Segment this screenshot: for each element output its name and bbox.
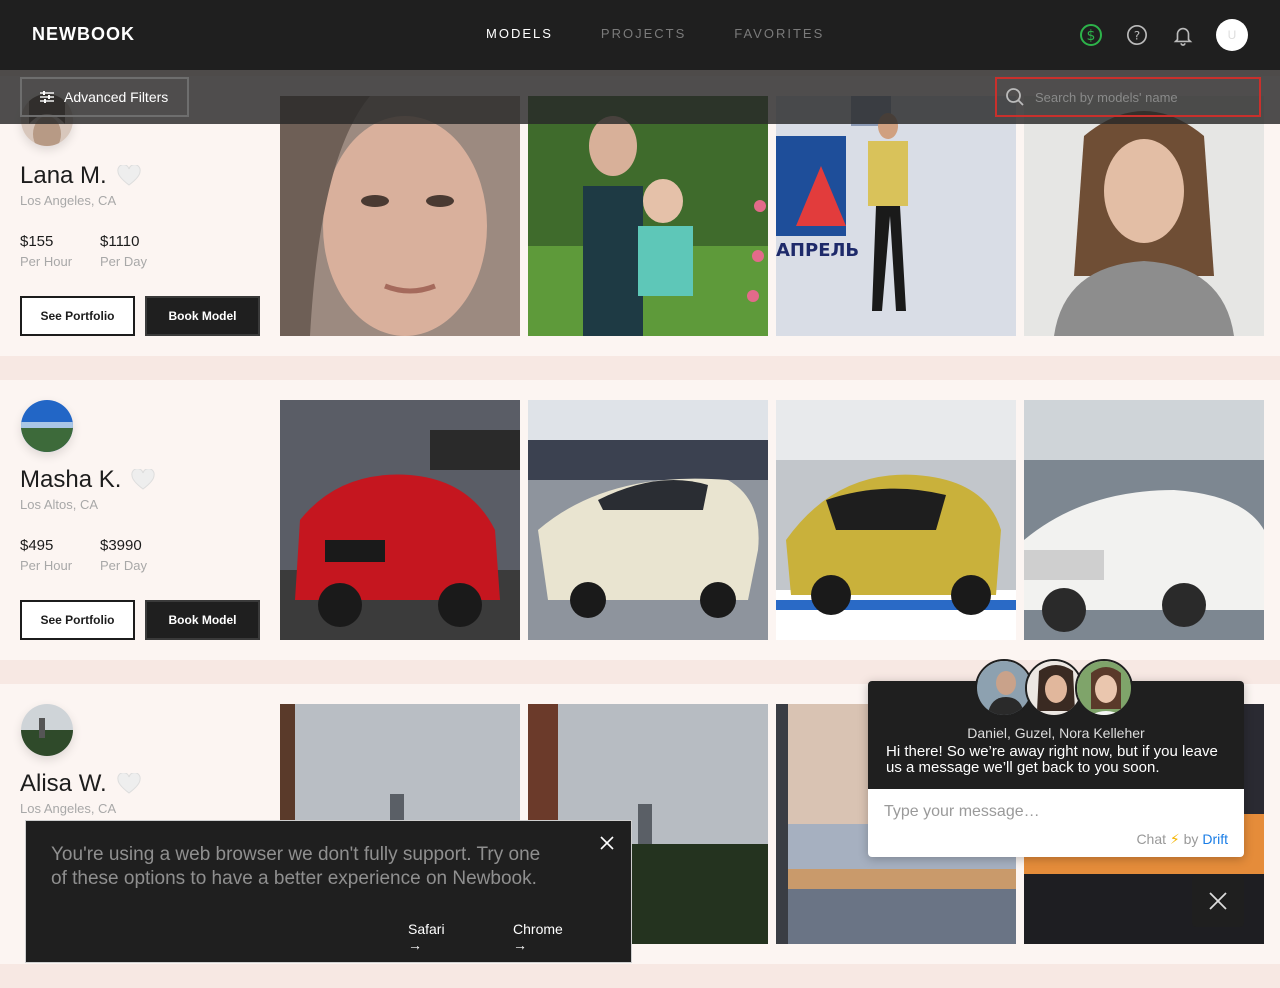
dollar-icon[interactable]: $ bbox=[1078, 22, 1104, 48]
sliders-icon bbox=[40, 91, 54, 103]
chat-close-button[interactable] bbox=[1192, 875, 1244, 927]
header-icons: $ ? U bbox=[1058, 19, 1248, 51]
advanced-filters-button[interactable]: Advanced Filters bbox=[20, 77, 189, 117]
portfolio-photo[interactable] bbox=[1024, 400, 1264, 640]
chrome-link[interactable]: Chrome → bbox=[513, 921, 605, 953]
avatar bbox=[1075, 659, 1133, 717]
avatar[interactable] bbox=[21, 400, 73, 452]
heart-icon[interactable] bbox=[117, 773, 141, 795]
help-icon[interactable]: ? bbox=[1124, 22, 1150, 48]
portfolio-photo[interactable] bbox=[528, 96, 768, 336]
main-nav: MODELS PROJECTS FAVORITES bbox=[486, 26, 872, 41]
filter-bar: Advanced Filters bbox=[0, 70, 1280, 124]
hour-price: $495 bbox=[20, 537, 54, 554]
portfolio-photo[interactable] bbox=[280, 96, 520, 336]
heart-icon[interactable] bbox=[131, 469, 155, 491]
top-nav: NEWBOOK MODELS PROJECTS FAVORITES $ ? U bbox=[0, 0, 1280, 70]
hour-label: Per Hour bbox=[20, 558, 73, 573]
day-label: Per Day bbox=[100, 558, 147, 573]
model-location: Los Angeles, CA bbox=[20, 193, 117, 208]
search-box[interactable] bbox=[995, 77, 1261, 117]
model-location: Los Altos, CA bbox=[20, 497, 99, 512]
logo[interactable]: NEWBOOK bbox=[32, 24, 135, 45]
portfolio-photo[interactable] bbox=[1024, 96, 1264, 336]
model-name[interactable]: Masha K. bbox=[20, 466, 155, 494]
portfolio-photo[interactable] bbox=[528, 400, 768, 640]
chat-input[interactable]: Type your message… bbox=[884, 803, 1040, 821]
close-icon bbox=[1209, 892, 1227, 910]
search-icon bbox=[1006, 88, 1024, 106]
hour-label: Per Hour bbox=[20, 254, 73, 269]
bell-icon[interactable] bbox=[1170, 22, 1196, 48]
browser-links: Safari → Chrome → bbox=[408, 921, 631, 953]
advanced-filters-label: Advanced Filters bbox=[64, 89, 169, 105]
chat-agent-names: Daniel, Guzel, Nora Kelleher bbox=[967, 725, 1145, 741]
nav-models[interactable]: MODELS bbox=[486, 26, 553, 41]
day-price: $3990 bbox=[100, 537, 142, 554]
book-model-button[interactable]: Book Model bbox=[145, 600, 260, 640]
svg-text:$: $ bbox=[1087, 28, 1096, 44]
notice-text: You're using a web browser we don't full… bbox=[51, 844, 541, 889]
see-portfolio-button[interactable]: See Portfolio bbox=[20, 296, 135, 336]
portfolio-photo[interactable] bbox=[280, 400, 520, 640]
safari-link[interactable]: Safari → bbox=[408, 921, 487, 953]
chat-message: Hi there! So we’re away right now, but i… bbox=[886, 743, 1218, 776]
model-row-masha: Masha K. Los Altos, CA $495 Per Hour $39… bbox=[0, 380, 1280, 660]
svg-text:АПРЕЛЬ: АПРЕЛЬ bbox=[776, 240, 859, 261]
model-name[interactable]: Lana M. bbox=[20, 162, 141, 190]
portfolio-photo[interactable] bbox=[776, 400, 1016, 640]
svg-text:?: ? bbox=[1134, 29, 1140, 43]
heart-icon[interactable] bbox=[117, 165, 141, 187]
avatar[interactable] bbox=[21, 704, 73, 756]
nav-projects[interactable]: PROJECTS bbox=[601, 26, 686, 41]
nav-favorites[interactable]: FAVORITES bbox=[734, 26, 824, 41]
portfolio-photo[interactable]: АПРЕЛЬ bbox=[776, 96, 1016, 336]
search-input[interactable] bbox=[1035, 89, 1245, 105]
see-portfolio-button[interactable]: See Portfolio bbox=[20, 600, 135, 640]
day-price: $1110 bbox=[100, 233, 140, 250]
user-avatar[interactable]: U bbox=[1216, 19, 1248, 51]
lightning-icon: ⚡ bbox=[1169, 831, 1180, 847]
chat-widget: Daniel, Guzel, Nora Kelleher Hi there! S… bbox=[868, 659, 1244, 857]
hour-price: $155 bbox=[20, 233, 54, 250]
book-model-button[interactable]: Book Model bbox=[145, 296, 260, 336]
day-label: Per Day bbox=[100, 254, 147, 269]
chat-branding[interactable]: Chat ⚡ by Drift bbox=[1136, 831, 1228, 848]
model-location: Los Angeles, CA bbox=[20, 801, 117, 816]
close-icon[interactable] bbox=[599, 835, 615, 856]
browser-notice: You're using a web browser we don't full… bbox=[25, 820, 632, 963]
model-name[interactable]: Alisa W. bbox=[20, 770, 141, 798]
chat-agent-avatars bbox=[975, 659, 1133, 717]
